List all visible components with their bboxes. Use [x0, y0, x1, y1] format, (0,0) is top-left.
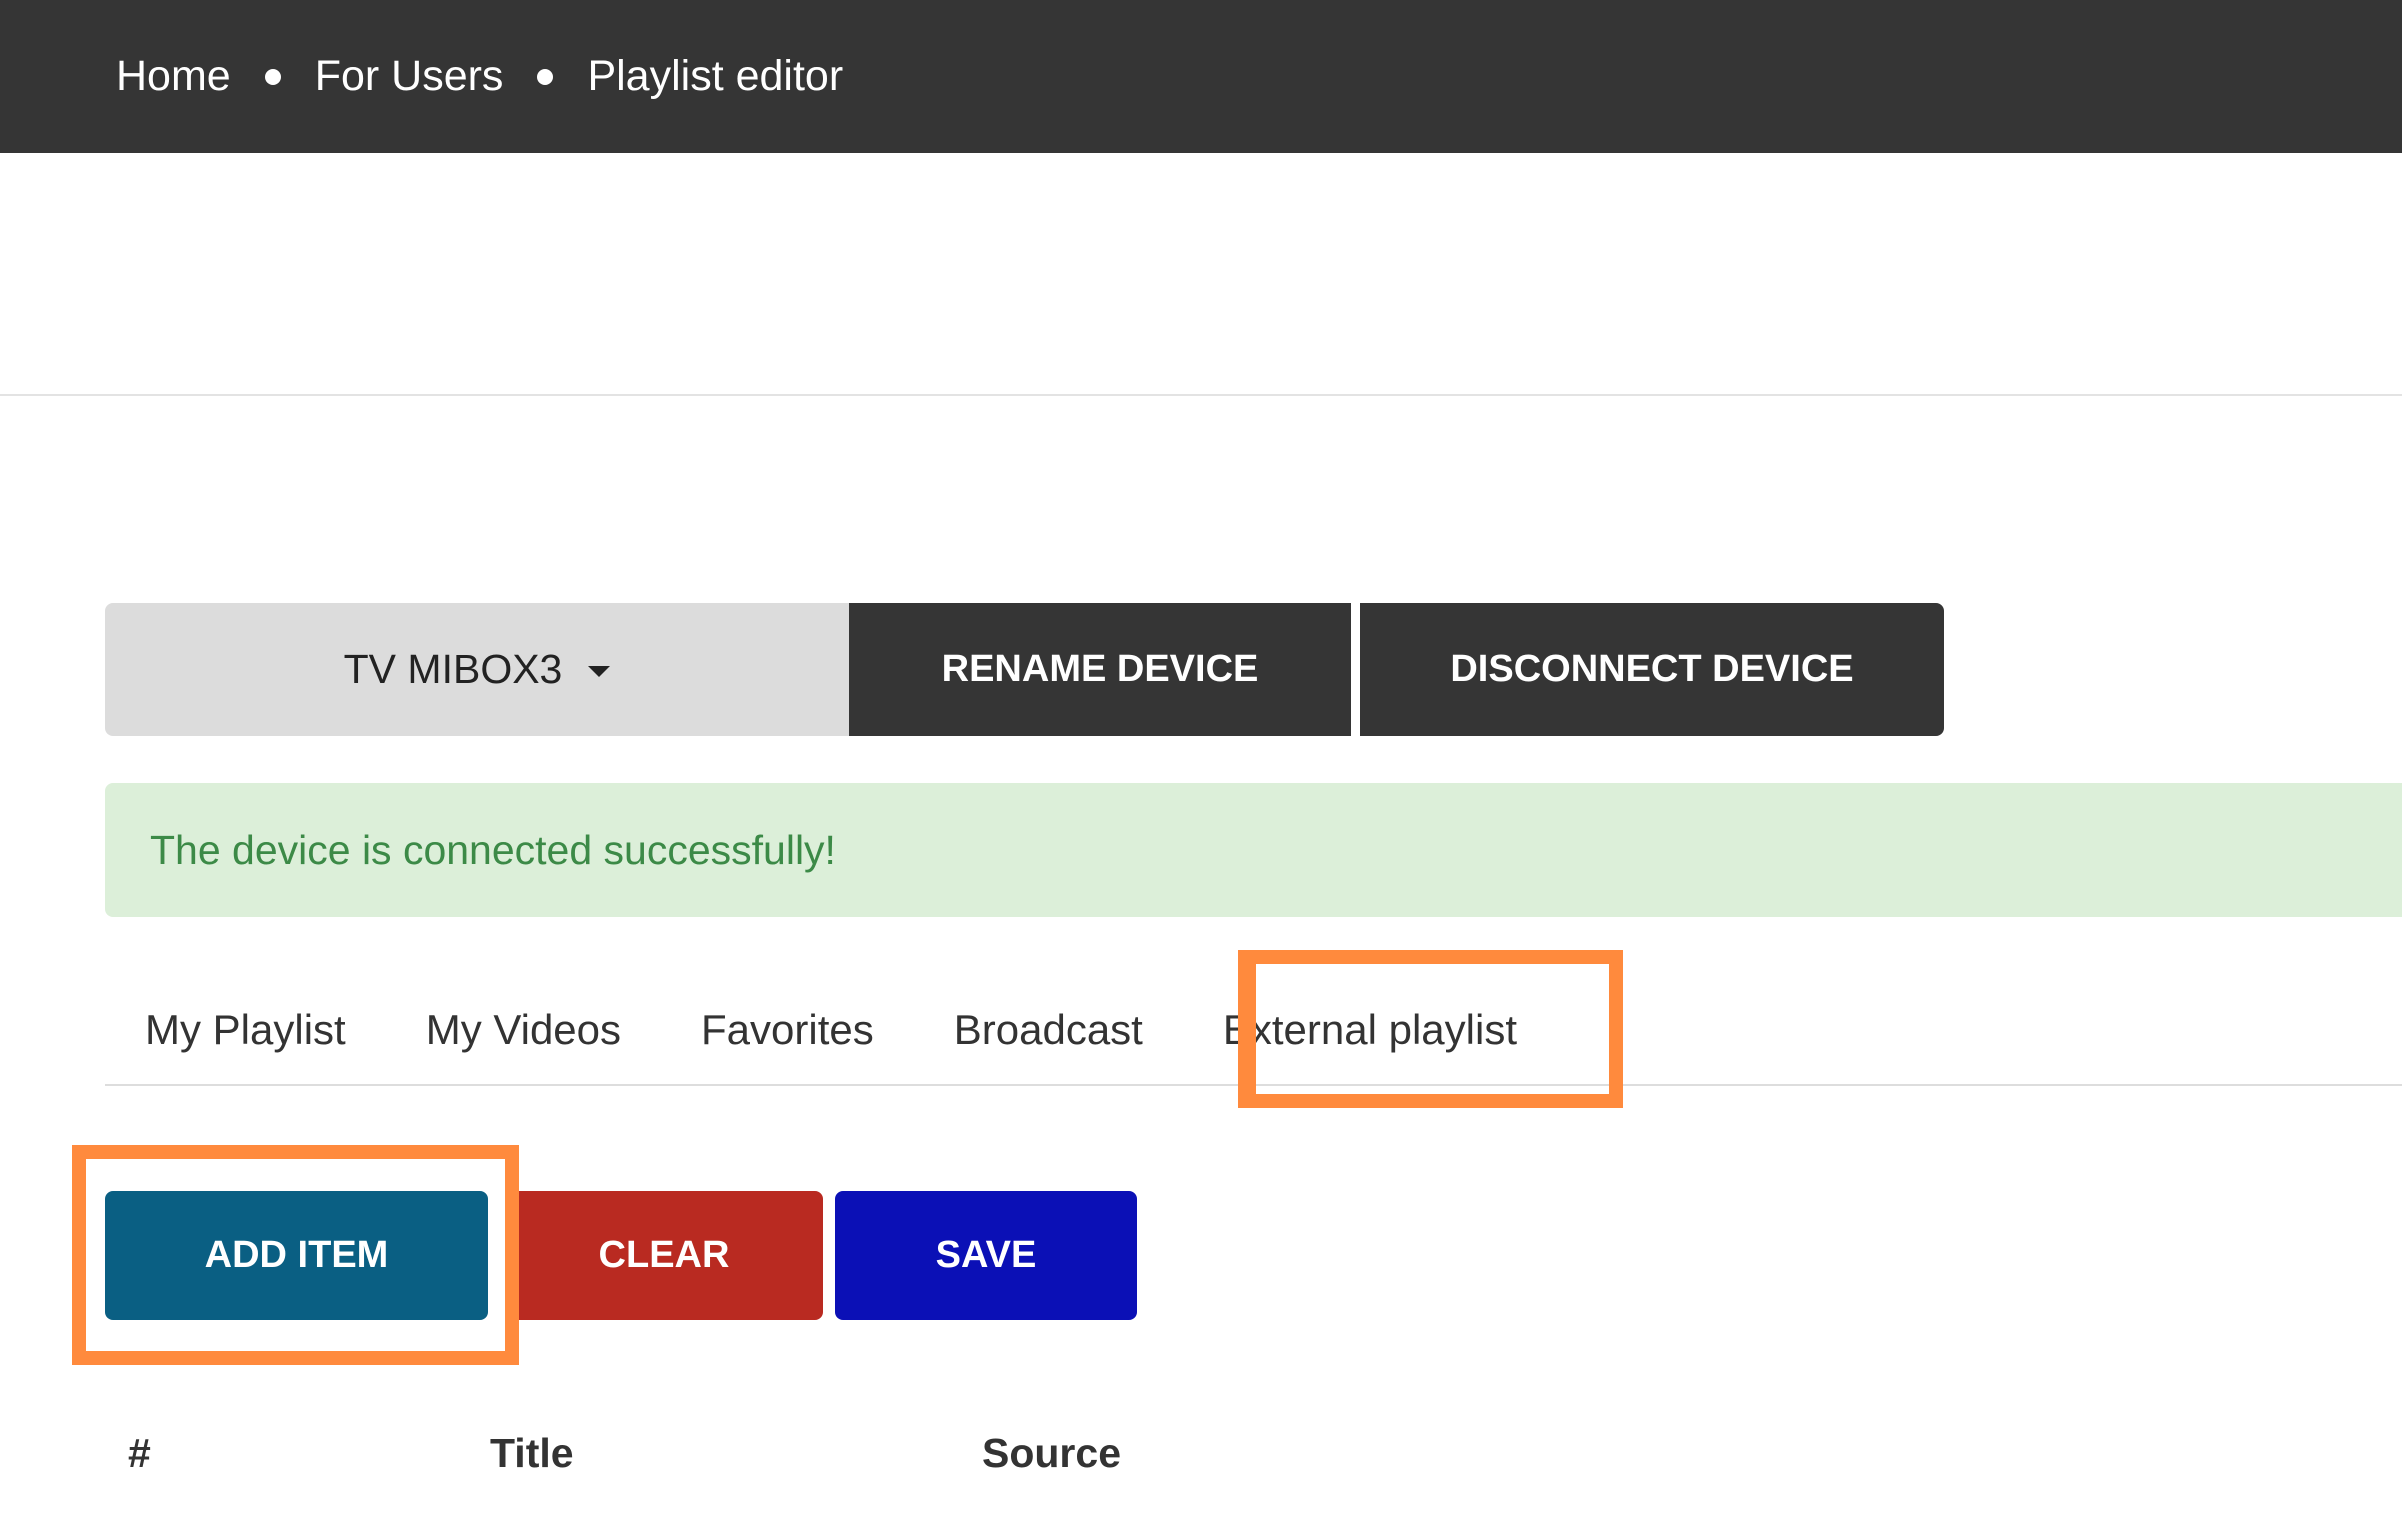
tab-highlight-box — [1238, 950, 1623, 1108]
section-divider — [0, 394, 2402, 396]
column-header-source[interactable]: Source — [982, 1430, 1121, 1477]
tab-my-videos[interactable]: My Videos — [386, 1006, 661, 1054]
save-button[interactable]: SAVE — [835, 1191, 1137, 1320]
add-item-highlight-box — [72, 1145, 519, 1365]
breadcrumb-home[interactable]: Home — [116, 52, 231, 101]
device-toolbar: TV MIBOX3 RENAME DEVICE DISCONNECT DEVIC… — [105, 603, 1944, 736]
breadcrumb: Home For Users Playlist editor — [116, 0, 843, 153]
top-navigation-bar: Home For Users Playlist editor — [0, 0, 2402, 153]
breadcrumb-for-users[interactable]: For Users — [315, 52, 504, 101]
success-alert-message: The device is connected successfully! — [150, 826, 836, 873]
column-header-title[interactable]: Title — [490, 1430, 574, 1477]
clear-button[interactable]: CLEAR — [505, 1191, 823, 1320]
tab-my-playlist[interactable]: My Playlist — [105, 1006, 386, 1054]
device-select-dropdown[interactable]: TV MIBOX3 — [105, 603, 849, 736]
rename-device-button[interactable]: RENAME DEVICE — [849, 603, 1351, 736]
tab-favorites[interactable]: Favorites — [661, 1006, 914, 1054]
device-name: TV MIBOX3 — [343, 646, 563, 692]
success-alert: The device is connected successfully! — [105, 783, 2402, 917]
breadcrumb-separator-dot — [537, 68, 554, 85]
breadcrumb-playlist-editor: Playlist editor — [587, 52, 844, 100]
column-header-number: # — [128, 1430, 151, 1476]
breadcrumb-separator-dot — [264, 68, 281, 85]
tab-broadcast[interactable]: Broadcast — [914, 1006, 1183, 1054]
playlist-table-header: # Title Source — [0, 1420, 2402, 1490]
disconnect-device-button[interactable]: DISCONNECT DEVICE — [1360, 603, 1944, 736]
caret-down-icon — [588, 666, 611, 677]
